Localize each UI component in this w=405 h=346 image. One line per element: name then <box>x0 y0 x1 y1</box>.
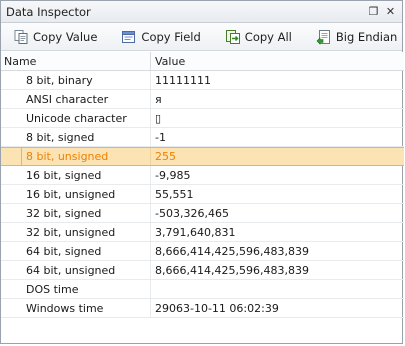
row-name: 16 bit, signed <box>1 166 151 184</box>
table-row[interactable]: 8 bit, binary 11111111 <box>1 71 404 90</box>
copy-value-icon <box>14 29 28 44</box>
row-value: 29063-10-11 06:02:39 <box>155 301 279 315</box>
row-name: 16 bit, unsigned <box>1 185 151 203</box>
row-name: 8 bit, unsigned <box>1 148 151 165</box>
row-value: ▯ <box>155 111 162 125</box>
row-name: 64 bit, signed <box>1 242 151 260</box>
table-row[interactable]: 8 bit, signed -1 <box>1 128 404 147</box>
row-name: 64 bit, unsigned <box>1 261 151 279</box>
table-row[interactable]: 32 bit, unsigned 3,791,640,831 <box>1 223 404 242</box>
table-row[interactable]: 64 bit, signed 8,666,414,425,596,483,839 <box>1 242 404 261</box>
table-row[interactable]: 32 bit, signed -503,326,465 <box>1 204 404 223</box>
toolbar: Copy Value Copy Field Copy All Big Endia… <box>1 23 402 51</box>
panel-titlebar: Data Inspector ❐ ✕ <box>1 1 402 23</box>
row-value: -9,985 <box>155 168 191 182</box>
row-name: Unicode character <box>1 109 151 127</box>
table-row[interactable]: Windows time 29063-10-11 06:02:39 <box>1 299 404 318</box>
row-name: 8 bit, binary <box>1 71 151 89</box>
copy-all-label: Copy All <box>244 29 292 44</box>
row-name: 8 bit, signed <box>1 128 151 146</box>
grid-header: Name Value <box>1 52 404 71</box>
big-endian-label: Big Endian <box>335 29 398 44</box>
row-value: 8,666,414,425,596,483,839 <box>155 244 309 258</box>
row-name: 32 bit, unsigned <box>1 223 151 241</box>
row-value: 11111111 <box>155 73 211 87</box>
copy-field-label: Copy Field <box>141 29 201 44</box>
copy-all-button[interactable]: Copy All <box>219 26 298 48</box>
inspector-grid: Name Value 8 bit, binary 11111111 ANSI c… <box>1 52 404 318</box>
column-header-value[interactable]: Value <box>151 52 404 70</box>
table-row[interactable]: 64 bit, unsigned 8,666,414,425,596,483,8… <box>1 261 404 280</box>
row-value: 8,666,414,425,596,483,839 <box>155 263 309 277</box>
row-value: 55,551 <box>155 187 194 201</box>
row-value: -1 <box>155 130 166 144</box>
table-row-selected[interactable]: 8 bit, unsigned 255 <box>1 147 404 166</box>
table-row[interactable]: DOS time <box>1 280 404 299</box>
row-value: 3,791,640,831 <box>155 225 236 239</box>
table-row[interactable]: 16 bit, unsigned 55,551 <box>1 185 404 204</box>
big-endian-button[interactable]: Big Endian <box>310 26 403 48</box>
panel-title: Data Inspector <box>6 4 91 19</box>
big-endian-icon <box>316 29 330 45</box>
copy-value-button[interactable]: Copy Value <box>7 26 103 48</box>
copy-field-button[interactable]: Copy Field <box>115 26 206 48</box>
row-name: DOS time <box>1 280 151 298</box>
close-icon[interactable]: ✕ <box>385 6 396 17</box>
table-row[interactable]: 16 bit, signed -9,985 <box>1 166 404 185</box>
table-row[interactable]: ANSI character я <box>1 90 404 109</box>
selection-border <box>21 147 22 166</box>
table-row[interactable]: Unicode character ▯ <box>1 109 404 128</box>
restore-icon[interactable]: ❐ <box>368 6 379 17</box>
data-inspector-panel: Data Inspector ❐ ✕ Copy Value Copy Field… <box>0 0 404 344</box>
row-name: ANSI character <box>1 90 151 108</box>
row-value: я <box>155 92 162 106</box>
row-value: -503,326,465 <box>155 206 229 220</box>
row-name: 32 bit, signed <box>1 204 151 222</box>
window-controls: ❐ ✕ <box>368 6 396 17</box>
row-value: 255 <box>155 150 176 163</box>
copy-all-icon <box>225 29 240 44</box>
row-name: Windows time <box>1 299 151 317</box>
copy-value-label: Copy Value <box>33 29 98 44</box>
row-value <box>151 280 404 298</box>
column-header-name[interactable]: Name <box>1 52 151 70</box>
copy-field-icon <box>122 30 136 43</box>
